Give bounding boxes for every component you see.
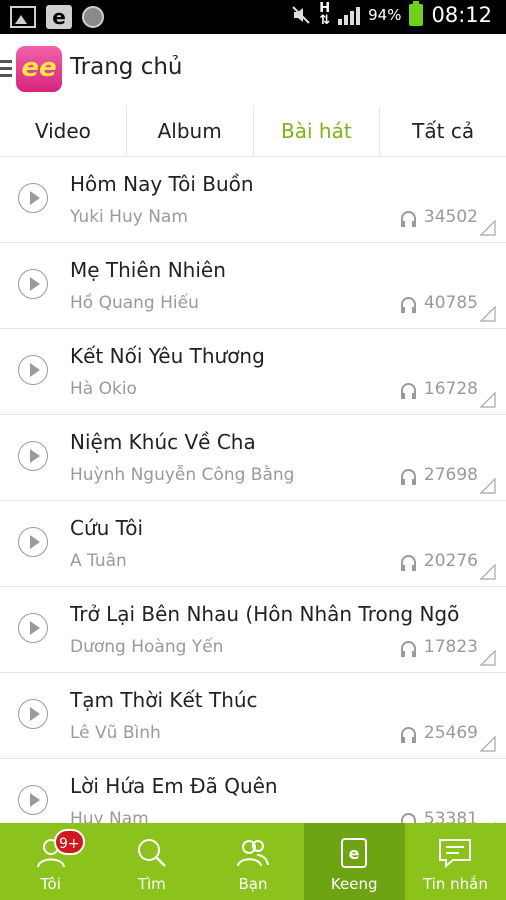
play-icon[interactable] bbox=[18, 269, 48, 299]
song-title: Mẹ Thiên Nhiên bbox=[70, 258, 226, 282]
app-logo[interactable]: ee bbox=[16, 46, 62, 92]
nav-item-messages[interactable]: Tin nhắn bbox=[405, 823, 506, 900]
gallery-notification-icon bbox=[10, 6, 36, 28]
list-item[interactable]: Kết Nối Yêu Thương Hà Okio 16728 bbox=[0, 329, 506, 415]
battery-percent: 94% bbox=[368, 6, 402, 24]
song-artist: Hà Okio bbox=[70, 379, 137, 399]
corner-triangle-icon[interactable] bbox=[480, 478, 496, 494]
search-icon bbox=[137, 839, 166, 867]
song-artist: Huỳnh Nguyễn Công Bằng bbox=[70, 465, 295, 485]
nav-label: Tìm bbox=[137, 875, 166, 893]
song-title: Hôm Nay Tôi Buồn bbox=[70, 172, 254, 196]
status-time: 08:12 bbox=[431, 3, 492, 27]
song-artist: A Tuân bbox=[70, 551, 127, 571]
play-icon[interactable] bbox=[18, 785, 48, 815]
headphones-icon bbox=[400, 211, 416, 227]
listen-count: 25469 bbox=[400, 723, 478, 743]
tab-video[interactable]: Video bbox=[0, 106, 127, 156]
page-title: Trang chủ bbox=[70, 54, 183, 80]
play-icon[interactable] bbox=[18, 355, 48, 385]
svg-text:e: e bbox=[349, 844, 360, 863]
play-icon[interactable] bbox=[18, 441, 48, 471]
song-title: Cứu Tôi bbox=[70, 516, 144, 540]
app-bar: ee Trang chủ bbox=[0, 34, 506, 104]
song-artist: Lê Vũ Bình bbox=[70, 723, 161, 743]
listen-count: 27698 bbox=[400, 465, 478, 485]
list-item[interactable]: Trở Lại Bên Nhau (Hôn Nhân Trong Ngõ Dươ… bbox=[0, 587, 506, 673]
browser-notification-icon: e bbox=[46, 5, 72, 29]
friends-icon bbox=[237, 840, 269, 867]
mute-icon bbox=[292, 6, 310, 24]
headphones-icon bbox=[400, 383, 416, 399]
nav-label: Keeng bbox=[330, 875, 378, 893]
notification-badge: 9+ bbox=[54, 829, 85, 855]
battery-icon bbox=[409, 1, 424, 26]
corner-triangle-icon[interactable] bbox=[480, 220, 496, 236]
listen-count: 53381 bbox=[400, 809, 478, 823]
tab-songs[interactable]: Bài hát bbox=[254, 106, 381, 156]
signal-icon bbox=[338, 5, 361, 25]
list-item[interactable]: Hôm Nay Tôi Buồn Yuki Huy Nam 34502 bbox=[0, 157, 506, 243]
song-artist: Dương Hoàng Yến bbox=[70, 637, 224, 657]
list-item[interactable]: Niệm Khúc Về Cha Huỳnh Nguyễn Công Bằng … bbox=[0, 415, 506, 501]
song-artist: Huy Nam bbox=[70, 809, 149, 823]
nav-item-friends[interactable]: Bạn bbox=[202, 823, 303, 900]
bottom-nav: 9+ Tôi Tìm Bạn e Keeng Tin nhắn bbox=[0, 823, 506, 900]
message-icon bbox=[439, 839, 472, 869]
song-list[interactable]: Hôm Nay Tôi Buồn Yuki Huy Nam 34502 Mẹ T… bbox=[0, 157, 506, 823]
song-title: Tạm Thời Kết Thúc bbox=[70, 688, 258, 712]
headphones-icon bbox=[400, 555, 416, 571]
status-bar: e H ⇅ 94% 08:12 bbox=[0, 0, 506, 34]
song-title: Trở Lại Bên Nhau (Hôn Nhân Trong Ngõ bbox=[70, 602, 460, 626]
play-icon[interactable] bbox=[18, 699, 48, 729]
tab-bar: Video Album Bài hát Tất cả bbox=[0, 106, 506, 157]
corner-triangle-icon[interactable] bbox=[480, 392, 496, 408]
headphones-icon bbox=[400, 813, 416, 823]
listen-count: 16728 bbox=[400, 379, 478, 399]
song-artist: Hồ Quang Hiếu bbox=[70, 293, 199, 313]
nav-item-me[interactable]: 9+ Tôi bbox=[0, 823, 101, 900]
song-title: Kết Nối Yêu Thương bbox=[70, 344, 265, 368]
listen-count: 34502 bbox=[400, 207, 478, 227]
listen-count: 17823 bbox=[400, 637, 478, 657]
tab-all[interactable]: Tất cả bbox=[380, 106, 506, 156]
nav-item-search[interactable]: Tìm bbox=[101, 823, 202, 900]
list-item[interactable]: Tạm Thời Kết Thúc Lê Vũ Bình 25469 bbox=[0, 673, 506, 759]
play-icon[interactable] bbox=[18, 183, 48, 213]
nav-label: Tôi bbox=[40, 875, 61, 893]
listen-count: 40785 bbox=[400, 293, 478, 313]
listen-count: 20276 bbox=[400, 551, 478, 571]
list-item[interactable]: Lời Hứa Em Đã Quên Huy Nam 53381 bbox=[0, 759, 506, 823]
song-title: Niệm Khúc Về Cha bbox=[70, 430, 256, 454]
network-type: H ⇅ bbox=[319, 1, 331, 28]
play-icon[interactable] bbox=[18, 613, 48, 643]
headphones-icon bbox=[400, 641, 416, 657]
corner-triangle-icon[interactable] bbox=[480, 306, 496, 322]
list-item[interactable]: Mẹ Thiên Nhiên Hồ Quang Hiếu 40785 bbox=[0, 243, 506, 329]
song-artist: Yuki Huy Nam bbox=[70, 207, 188, 227]
corner-triangle-icon[interactable] bbox=[480, 736, 496, 752]
nav-item-keeng[interactable]: e Keeng bbox=[303, 823, 405, 900]
song-title: Lời Hứa Em Đã Quên bbox=[70, 774, 278, 798]
record-notification-icon bbox=[82, 6, 104, 28]
headphones-icon bbox=[400, 297, 416, 313]
play-icon[interactable] bbox=[18, 527, 48, 557]
keeng-icon: e bbox=[341, 838, 368, 868]
nav-label: Bạn bbox=[238, 875, 268, 893]
headphones-icon bbox=[400, 469, 416, 485]
headphones-icon bbox=[400, 727, 416, 743]
list-item[interactable]: Cứu Tôi A Tuân 20276 bbox=[0, 501, 506, 587]
corner-triangle-icon[interactable] bbox=[480, 650, 496, 666]
menu-icon[interactable] bbox=[0, 60, 12, 81]
tab-album[interactable]: Album bbox=[127, 106, 254, 156]
corner-triangle-icon[interactable] bbox=[480, 564, 496, 580]
nav-label: Tin nhắn bbox=[422, 875, 488, 893]
